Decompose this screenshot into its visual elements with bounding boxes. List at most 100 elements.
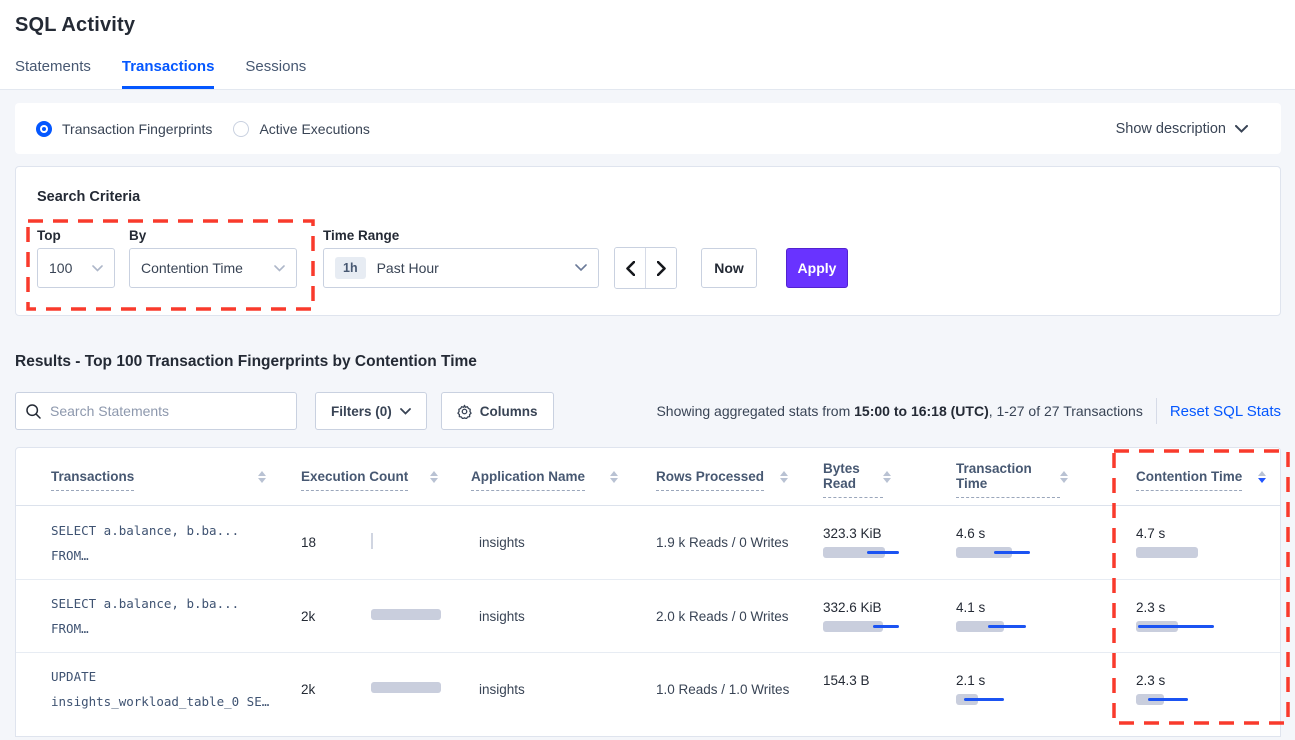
columns-button[interactable]: Columns [441,392,554,430]
columns-label: Columns [480,404,538,419]
time-range-select[interactable]: 1h Past Hour [323,248,599,288]
now-button[interactable]: Now [701,248,757,288]
bytes-read-bar [823,693,913,706]
sort-icon [430,471,438,483]
bar-track [371,533,373,549]
application-name-cell: insights [471,535,656,550]
divider [1156,398,1157,424]
statement-fingerprint-link[interactable]: SELECT a.balance, b.ba... FROM… [51,518,301,568]
reset-sql-stats-link[interactable]: Reset SQL Stats [1170,403,1281,420]
search-criteria-card: Search Criteria Top 100 By Contention Ti… [15,166,1281,316]
tab-sessions[interactable]: Sessions [245,58,306,89]
bar-line [873,625,899,628]
execution-count-cell: 18 [301,535,471,551]
bar-track [371,609,441,620]
statement-fingerprint-link[interactable]: SELECT a.balance, b.ba... FROM… [51,591,301,641]
application-name-cell: insights [471,609,656,624]
chevron-left-icon [626,261,635,276]
show-description-toggle[interactable]: Show description [1116,121,1248,137]
top-bar: SQL Activity Statements Transactions Ses… [0,0,1295,90]
top-select-value: 100 [49,260,72,276]
table-row[interactable]: UPDATE insights_workload_table_0 SE… 2k … [16,652,1280,725]
bytes-read-cell: 332.6 KiB [823,600,956,633]
page-title: SQL Activity [0,14,1295,37]
showing-stats-text: Showing aggregated stats from 15:00 to 1… [656,403,1142,419]
column-header-rows-processed[interactable]: Rows Processed [656,448,823,505]
chevron-right-icon [657,261,666,276]
search-statements-box [15,392,297,430]
filters-label: Filters (0) [331,404,392,419]
execution-count-cell: 2k [301,681,471,697]
radio-label: Active Executions [259,121,370,137]
radio-selected-icon [36,121,52,137]
bytes-read-bar [823,620,913,633]
time-next-button[interactable] [645,248,676,288]
top-select[interactable]: 100 [37,248,115,288]
sort-icon [258,471,266,483]
by-select[interactable]: Contention Time [129,248,297,288]
bytes-read-cell: 323.3 KiB [823,526,956,559]
chevron-down-icon [1235,125,1248,133]
tab-bar: Statements Transactions Sessions [0,58,1295,90]
bar-track [371,682,441,693]
column-header-contention-time[interactable]: Contention Time [1136,448,1280,505]
bar-line [964,698,1004,701]
execution-count-bar [371,681,456,697]
gear-icon [457,404,472,419]
contention-time-bar [1136,546,1226,559]
column-header-transactions[interactable]: Transactions [51,448,301,505]
table-row[interactable]: SELECT a.balance, b.ba... FROM… 2k insig… [16,579,1280,652]
transaction-time-bar [956,546,1046,559]
results-toolbar: Filters (0) Columns Showing aggregated s… [15,392,1281,430]
radio-transaction-fingerprints[interactable]: Transaction Fingerprints [36,121,212,137]
tab-statements[interactable]: Statements [15,58,91,89]
view-toggle-bar: Transaction Fingerprints Active Executio… [15,103,1281,154]
radio-label: Transaction Fingerprints [62,121,212,137]
contention-time-bar [1136,693,1226,706]
bar-line [994,551,1030,554]
rows-processed-cell: 1.9 k Reads / 0 Writes [656,535,823,550]
time-range-badge: 1h [335,257,366,279]
contention-time-cell: 2.3 s [1136,600,1280,633]
chevron-down-icon [274,265,285,272]
table-header-row: Transactions Execution Count Application… [16,448,1280,506]
execution-count-cell: 2k [301,608,471,624]
search-statements-input[interactable] [50,403,286,419]
chevron-down-icon [575,264,587,272]
sort-icon [610,471,618,483]
column-header-transaction-time[interactable]: Transaction Time [956,448,1136,505]
bar-line [1138,625,1214,628]
column-header-application-name[interactable]: Application Name [471,448,656,505]
application-name-cell: insights [471,682,656,697]
table-row[interactable]: SELECT a.balance, b.ba... FROM… 18 insig… [16,506,1280,579]
contention-time-cell: 2.3 s [1136,673,1280,706]
execution-count-bar [371,608,456,624]
apply-button[interactable]: Apply [786,248,848,288]
contention-time-cell: 4.7 s [1136,526,1280,559]
results-title: Results - Top 100 Transaction Fingerprin… [15,353,1295,371]
radio-active-executions[interactable]: Active Executions [233,121,370,137]
bar-line [867,551,899,554]
transaction-time-bar [956,693,1046,706]
show-description-label: Show description [1116,121,1226,137]
tab-transactions[interactable]: Transactions [122,58,215,89]
radio-unselected-icon [233,121,249,137]
contention-time-bar [1136,620,1226,633]
time-range-label: Time Range [323,228,399,243]
sort-icon [780,471,788,483]
statement-fingerprint-link[interactable]: UPDATE insights_workload_table_0 SE… [51,664,301,714]
column-header-execution-count[interactable]: Execution Count [301,448,471,505]
bar-track [1136,547,1198,558]
sort-icon [1258,471,1266,483]
top-label: Top [37,228,61,243]
filters-button[interactable]: Filters (0) [315,392,427,430]
search-criteria-title: Search Criteria [37,189,140,205]
time-prev-button[interactable] [615,248,645,288]
sort-icon [1060,471,1068,483]
chevron-down-icon [92,265,103,272]
transaction-time-bar [956,620,1046,633]
column-header-bytes-read[interactable]: Bytes Read [823,448,956,505]
sort-icon [883,471,891,483]
transaction-time-cell: 2.1 s [956,673,1136,706]
by-select-value: Contention Time [141,260,243,276]
